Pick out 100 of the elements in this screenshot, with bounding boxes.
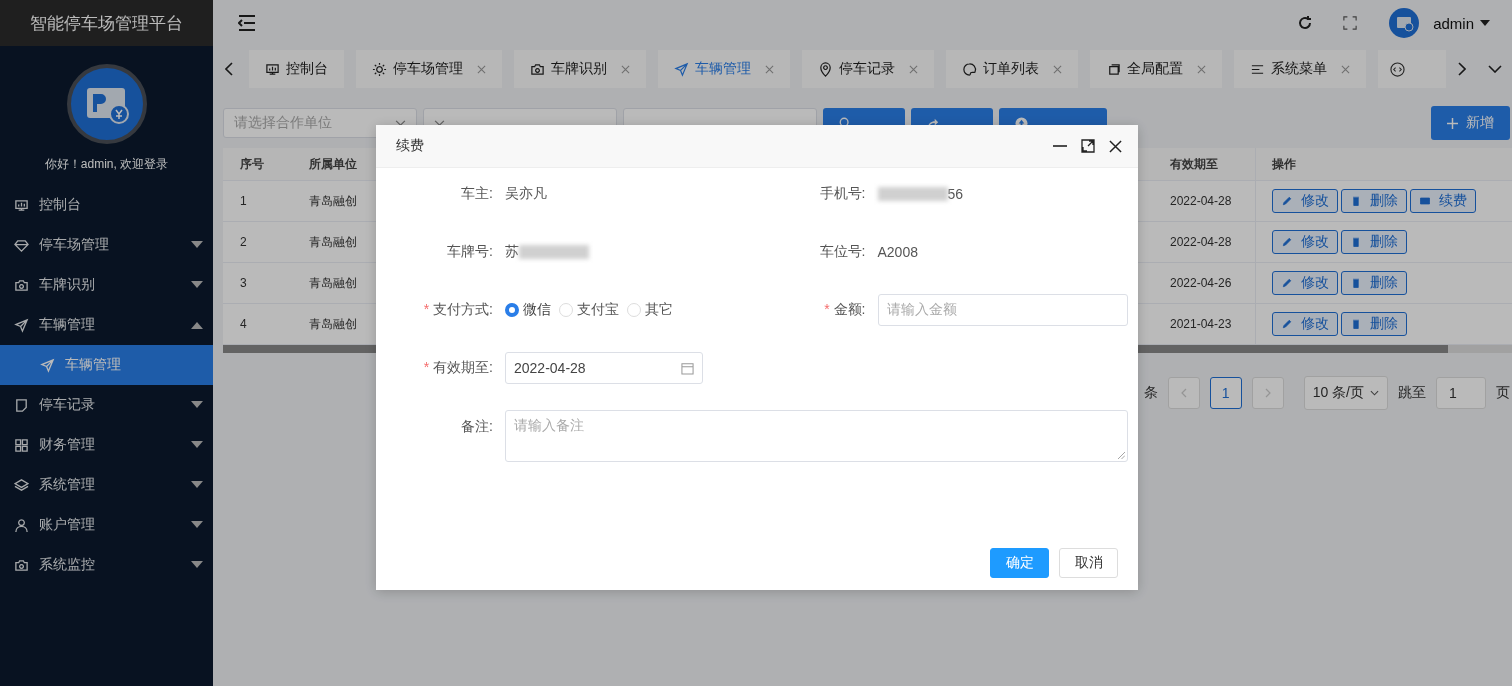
row-action-button[interactable]: 修改 bbox=[1272, 189, 1338, 213]
column-header: 有效期至 bbox=[1170, 155, 1219, 173]
field-label: 手机号: bbox=[819, 185, 866, 201]
dialog-button[interactable]: 取消 bbox=[1059, 548, 1118, 578]
table-cell-text: 青岛融创 bbox=[308, 192, 358, 210]
add-button[interactable]: 新增 bbox=[1431, 106, 1510, 140]
dialog-title: 续费 bbox=[396, 137, 424, 155]
user-name[interactable]: admin bbox=[1433, 14, 1474, 32]
field-value: 苏 bbox=[505, 243, 519, 261]
chevron-down-icon bbox=[395, 119, 406, 127]
tab[interactable]: 系统菜单 bbox=[1234, 50, 1366, 88]
camera-icon bbox=[530, 61, 545, 77]
tab[interactable]: 全局配置 bbox=[1090, 50, 1222, 88]
field-label: 车位号: bbox=[819, 243, 866, 259]
tab[interactable]: 控制台 bbox=[249, 50, 344, 88]
radio-option[interactable]: 微信 bbox=[505, 301, 551, 319]
table-cell-text: 青岛融创 bbox=[308, 315, 358, 333]
field-label: 支付方式: bbox=[433, 301, 493, 317]
gear-icon bbox=[372, 61, 387, 77]
row-action-button[interactable]: 续费 bbox=[1410, 189, 1476, 213]
sidebar-item[interactable]: 账户管理 bbox=[0, 505, 213, 545]
page-size-select[interactable]: 10 条/页 bbox=[1303, 376, 1388, 410]
field-label: 金额: bbox=[833, 301, 866, 317]
sidebar-item[interactable]: 系统监控 bbox=[0, 545, 213, 585]
tab[interactable]: 停车场管理 bbox=[356, 50, 502, 88]
row-action-button[interactable]: 修改 bbox=[1272, 312, 1338, 336]
sidebar-item[interactable]: 车牌识别 bbox=[0, 265, 213, 305]
table-cell-text: 2022-04-28 bbox=[1170, 235, 1233, 249]
table-cell-text: 2 bbox=[239, 235, 248, 249]
radio-option[interactable]: 其它 bbox=[627, 301, 673, 319]
field-label: 车牌号: bbox=[447, 243, 493, 259]
paper-plane-icon bbox=[674, 61, 689, 77]
row-action-button[interactable]: 修改 bbox=[1272, 230, 1338, 254]
row-action-button[interactable]: 删除 bbox=[1341, 312, 1407, 336]
table-cell-text: 2022-04-28 bbox=[1170, 194, 1233, 208]
sidebar-subitem[interactable]: 车辆管理 bbox=[0, 345, 213, 385]
date-field[interactable]: 2022-04-28 bbox=[505, 352, 703, 384]
column-header: 操作 bbox=[1255, 148, 1512, 180]
tab[interactable]: 车牌识别 bbox=[514, 50, 646, 88]
page-button[interactable]: 1 bbox=[1209, 377, 1242, 409]
sidebar-item[interactable]: 车辆管理 bbox=[0, 305, 213, 345]
row-action-button[interactable]: 删除 bbox=[1341, 230, 1407, 254]
required-mark: * bbox=[824, 301, 830, 317]
app-title: 智能停车场管理平台 bbox=[30, 12, 183, 35]
radio-option[interactable]: 支付宝 bbox=[559, 301, 619, 319]
sidebar-item[interactable]: 停车场管理 bbox=[0, 225, 213, 265]
card-icon bbox=[1419, 195, 1431, 207]
field-label: 有效期至: bbox=[433, 359, 493, 375]
trash-icon bbox=[1350, 318, 1362, 330]
greeting-text: 你好！admin, 欢迎登录 bbox=[44, 156, 169, 173]
pin-icon bbox=[818, 61, 833, 77]
pencil-icon bbox=[1281, 236, 1293, 248]
fullscreen-icon[interactable] bbox=[1343, 16, 1358, 30]
chevron-right-icon bbox=[1264, 388, 1271, 398]
chevron-left-icon bbox=[1180, 388, 1187, 398]
sidebar-item[interactable]: 停车记录 bbox=[0, 385, 213, 425]
radio-button[interactable] bbox=[505, 303, 519, 317]
table-cell-text: 2022-04-26 bbox=[1170, 276, 1233, 290]
table-cell-text: 3 bbox=[239, 276, 248, 290]
sidebar-item[interactable]: 控制台 bbox=[0, 185, 213, 225]
field-label: 车主: bbox=[461, 185, 493, 201]
chevron-down-icon bbox=[1370, 390, 1379, 396]
tab[interactable] bbox=[1378, 50, 1446, 88]
table-cell-text: 1 bbox=[239, 194, 248, 208]
page-label: 页 bbox=[1496, 384, 1510, 402]
close-icon[interactable] bbox=[1109, 139, 1122, 153]
sidebar-item[interactable]: 系统管理 bbox=[0, 465, 213, 505]
chevron-left-icon[interactable] bbox=[225, 62, 233, 76]
caret-down-icon[interactable] bbox=[1480, 20, 1490, 26]
jump-input[interactable]: 1 bbox=[1436, 377, 1486, 409]
paper-plane-icon bbox=[40, 357, 55, 373]
column-header: 所属单位 bbox=[308, 155, 358, 173]
column-header: 序号 bbox=[239, 155, 265, 173]
required-mark: * bbox=[423, 359, 430, 375]
chevron-right-icon[interactable] bbox=[1458, 62, 1466, 76]
maximize-icon[interactable] bbox=[1081, 139, 1095, 153]
pencil-icon bbox=[1281, 318, 1293, 330]
parking-logo-icon bbox=[66, 64, 147, 144]
field-value: 56 bbox=[947, 186, 964, 202]
sidebar-item[interactable]: 财务管理 bbox=[0, 425, 213, 465]
row-action-button[interactable]: 修改 bbox=[1272, 271, 1338, 295]
tab[interactable]: 订单列表 bbox=[946, 50, 1078, 88]
calendar-icon bbox=[681, 361, 694, 375]
resize-handle-icon[interactable] bbox=[1118, 452, 1125, 459]
tab[interactable]: 停车记录 bbox=[802, 50, 934, 88]
trash-icon bbox=[1350, 277, 1362, 289]
copies-icon bbox=[1106, 61, 1121, 77]
row-action-button[interactable]: 删除 bbox=[1341, 189, 1407, 213]
row-action-button[interactable]: 删除 bbox=[1341, 271, 1407, 295]
refresh-icon[interactable] bbox=[1297, 15, 1314, 31]
field-value: 吴亦凡 bbox=[505, 185, 547, 203]
menu-fold-icon[interactable] bbox=[238, 15, 256, 31]
chevron-down-icon bbox=[434, 119, 445, 127]
avatar-icon[interactable] bbox=[1389, 8, 1420, 38]
table-cell-text: 青岛融创 bbox=[308, 274, 358, 292]
table-cell-text: 青岛融创 bbox=[308, 233, 358, 251]
user-icon bbox=[14, 517, 29, 533]
layers-icon bbox=[14, 477, 29, 493]
chevron-down-icon[interactable] bbox=[1488, 65, 1502, 73]
camera-icon bbox=[14, 277, 29, 293]
